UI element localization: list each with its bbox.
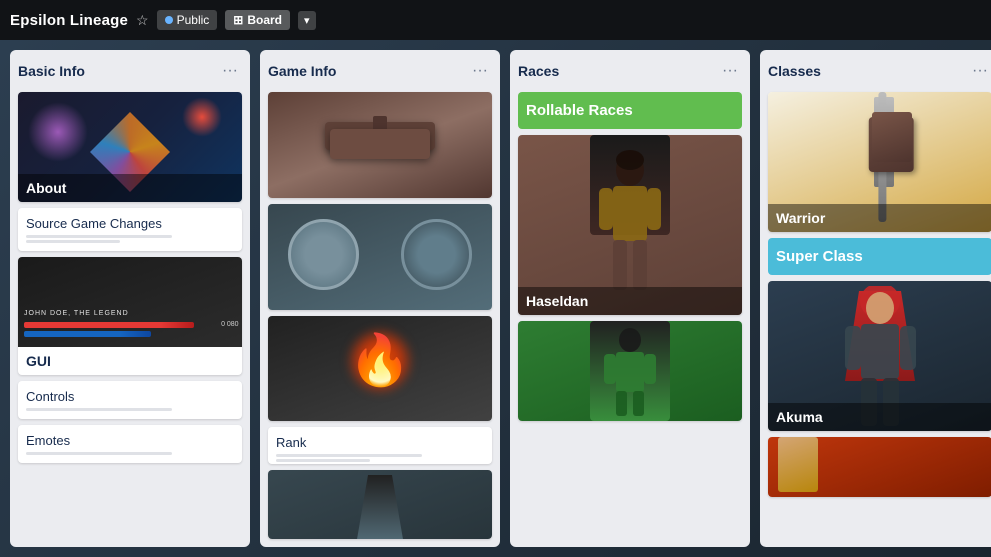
card-haseldan[interactable]: Haseldan xyxy=(518,135,742,315)
card-game-extra[interactable] xyxy=(268,470,492,539)
board-chevron[interactable]: ▾ xyxy=(298,11,316,30)
column-game-info: Game Info ··· Basic Guide Currency xyxy=(260,50,500,547)
column-header-game-info: Game Info ··· xyxy=(268,58,492,86)
card-akuma[interactable]: Akuma xyxy=(768,281,991,431)
card-line xyxy=(26,408,172,411)
card-source-lines xyxy=(26,235,234,243)
card-line-short xyxy=(26,240,120,243)
card-rollable-races[interactable]: Rollable Races xyxy=(518,92,742,129)
card-haseldan-label: Haseldan xyxy=(518,287,742,315)
column-title-classes: Classes xyxy=(768,63,821,79)
card-source-game-changes[interactable]: Source Game Changes xyxy=(18,208,242,251)
public-badge[interactable]: Public xyxy=(157,10,218,30)
card-gui-label: GUI xyxy=(18,347,242,375)
card-warrior-label: Warrior xyxy=(768,204,991,232)
card-super-class-label: Super Class xyxy=(776,248,863,265)
card-akuma-label: Akuma xyxy=(768,403,991,431)
star-icon[interactable]: ☆ xyxy=(136,12,149,29)
column-menu-basic-info[interactable]: ··· xyxy=(218,60,242,82)
card-warrior[interactable]: Warrior xyxy=(768,92,991,232)
column-title-game-info: Game Info xyxy=(268,63,336,79)
card-basic-guide[interactable]: Basic Guide xyxy=(268,92,492,198)
card-controls[interactable]: Controls xyxy=(18,381,242,419)
gui-mp-bar xyxy=(24,331,151,337)
card-about-label: About xyxy=(18,174,242,202)
card-super-class[interactable]: Super Class xyxy=(768,238,991,275)
column-basic-info: Basic Info ··· About Source Game Changes xyxy=(10,50,250,547)
card-currency[interactable]: Currency xyxy=(268,204,492,310)
card-source-label: Source Game Changes xyxy=(26,216,234,231)
card-status-effects[interactable]: Status Effects xyxy=(268,316,492,422)
card-line-short xyxy=(276,459,370,462)
card-rank-lines xyxy=(276,454,484,462)
column-menu-game-info[interactable]: ··· xyxy=(468,60,492,82)
card-emotes[interactable]: Emotes xyxy=(18,425,242,463)
card-controls-lines xyxy=(26,408,234,411)
column-menu-races[interactable]: ··· xyxy=(718,60,742,82)
board-button[interactable]: ⊞ Board xyxy=(225,10,290,30)
public-dot xyxy=(165,16,173,24)
board-area: Basic Info ··· About Source Game Changes xyxy=(0,40,991,557)
card-emotes-label: Emotes xyxy=(26,433,234,448)
board-icon: ⊞ xyxy=(233,13,243,27)
column-header-basic-info: Basic Info ··· xyxy=(18,58,242,86)
card-rank-label: Rank xyxy=(276,435,484,450)
column-header-classes: Classes ··· xyxy=(768,58,991,86)
public-label: Public xyxy=(177,13,210,27)
chevron-down-icon: ▾ xyxy=(304,15,310,27)
gui-player-name: JOHN DOE, THE LEGEND xyxy=(24,310,236,317)
card-line xyxy=(276,454,422,457)
app-header: Epsilon Lineage ☆ Public ⊞ Board ▾ xyxy=(0,0,991,40)
column-header-races: Races ··· xyxy=(518,58,742,86)
board-label: Board xyxy=(247,13,282,27)
gui-bars: JOHN DOE, THE LEGEND xyxy=(24,310,236,337)
card-rollable-label: Rollable Races xyxy=(526,102,633,119)
gui-hp-bar xyxy=(24,322,194,328)
race-extra-figure xyxy=(518,321,742,421)
column-title-basic-info: Basic Info xyxy=(18,63,85,79)
card-race-extra[interactable] xyxy=(518,321,742,421)
card-line xyxy=(26,452,172,455)
card-gui[interactable]: JOHN DOE, THE LEGEND GUI xyxy=(18,257,242,375)
column-races: Races ··· Rollable Races xyxy=(510,50,750,547)
card-emotes-lines xyxy=(26,452,234,455)
column-title-races: Races xyxy=(518,63,559,79)
card-rank[interactable]: Rank xyxy=(268,427,492,464)
card-line xyxy=(26,235,172,238)
card-controls-label: Controls xyxy=(26,389,234,404)
column-menu-classes[interactable]: ··· xyxy=(968,60,991,82)
card-about[interactable]: About xyxy=(18,92,242,202)
column-classes: Classes ··· Warrior Super Class xyxy=(760,50,991,547)
card-class-extra[interactable] xyxy=(768,437,991,497)
app-title: Epsilon Lineage xyxy=(10,12,128,29)
